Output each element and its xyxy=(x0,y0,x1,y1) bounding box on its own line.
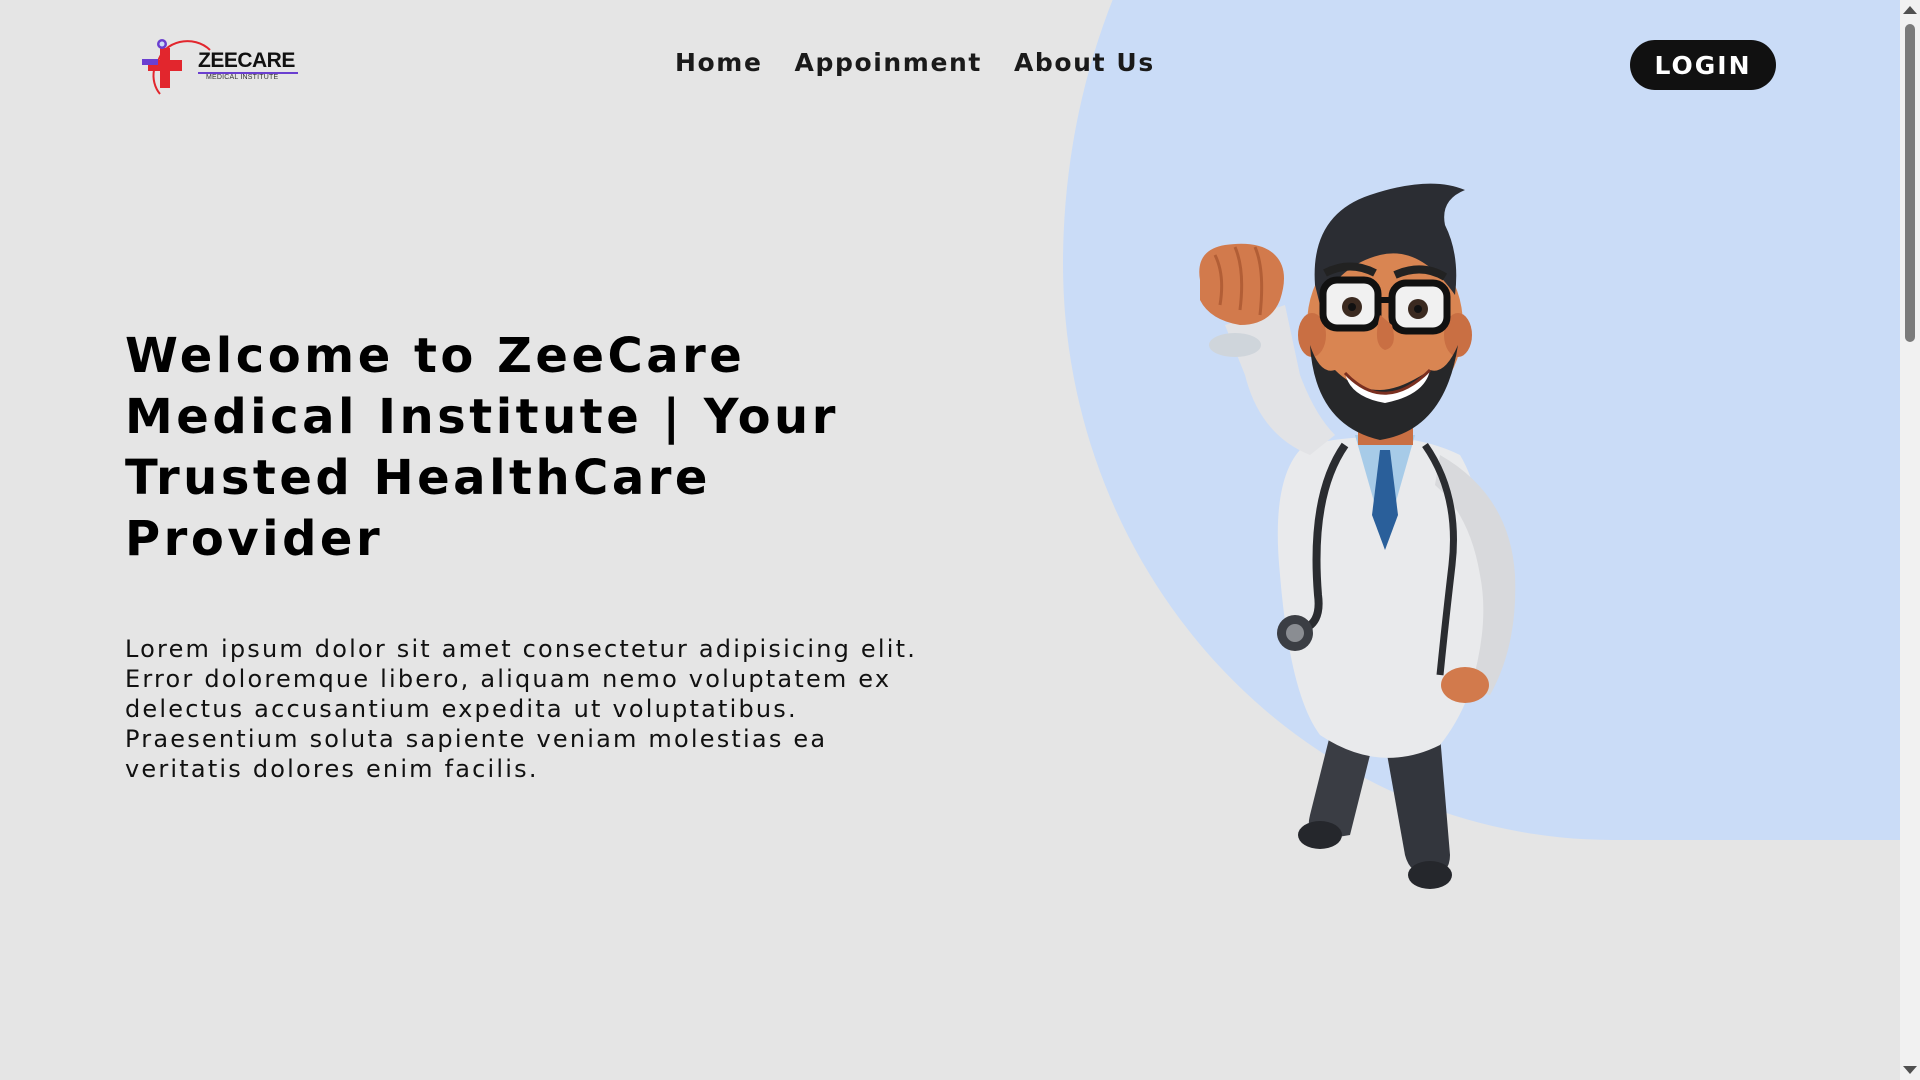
nav-link-home[interactable]: Home xyxy=(675,48,763,77)
nav-link-about-us[interactable]: About Us xyxy=(1014,48,1155,77)
doctor-superhero-illustration xyxy=(1199,183,1516,889)
navbar: ZEECARE MEDICAL INSTITUTE Home Appoinmen… xyxy=(0,0,1900,130)
nav-link-appointment[interactable]: Appoinment xyxy=(795,48,982,77)
scrollbar-thumb[interactable] xyxy=(1905,24,1915,342)
main-nav: Home Appoinment About Us xyxy=(675,48,1155,77)
login-button[interactable]: LOGIN xyxy=(1630,40,1776,90)
scroll-down-arrow-icon[interactable] xyxy=(1903,1066,1917,1074)
brand-tagline: MEDICAL INSTITUTE xyxy=(206,74,279,81)
scroll-up-arrow-icon[interactable] xyxy=(1903,6,1917,14)
brand-name: ZEECARE xyxy=(198,49,295,72)
page-scrollbar[interactable] xyxy=(1900,0,1920,1080)
hero-title: Welcome to ZeeCare Medical Institute | Y… xyxy=(125,328,839,567)
hero-description: Lorem ipsum dolor sit amet consectetur a… xyxy=(125,635,918,783)
landing-page: ZEECARE MEDICAL INSTITUTE Home Appoinmen… xyxy=(0,0,1920,1080)
brand-logo[interactable]: ZEECARE MEDICAL INSTITUTE xyxy=(140,32,300,98)
